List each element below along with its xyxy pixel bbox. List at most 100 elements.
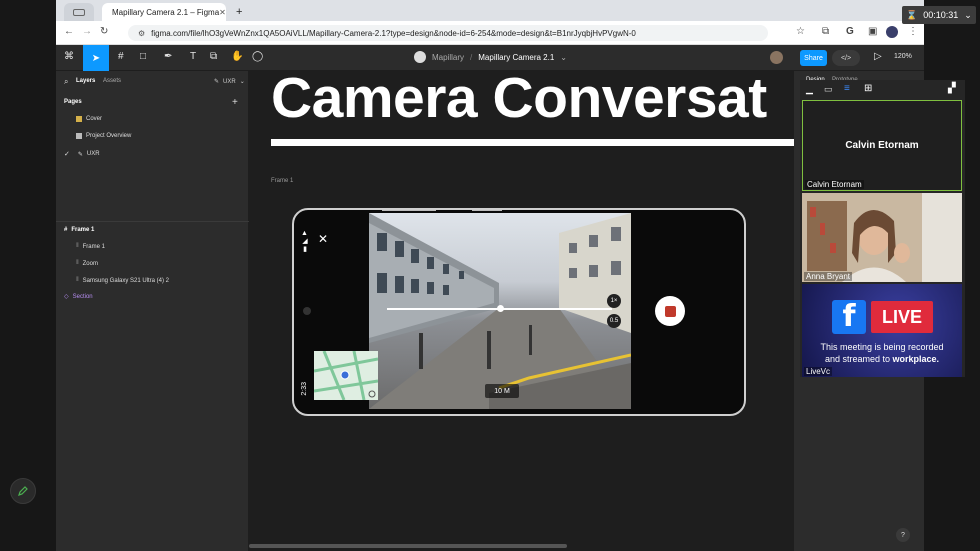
pencil-icon (18, 486, 28, 496)
pen-tool-icon[interactable]: ✒ (164, 51, 172, 62)
back-icon[interactable]: ← (64, 27, 74, 37)
user-avatar[interactable] (770, 51, 783, 64)
front-camera (303, 307, 311, 315)
side-button (472, 210, 502, 211)
participant-center-name: Calvin Etornam (845, 140, 919, 151)
layer-section[interactable]: ◇ Section (64, 293, 93, 301)
layout-stack-icon[interactable]: ≡ (844, 83, 850, 94)
video-call-panel: ▁ ▭ ≡ ⊞ ▞ Calvin Etornam Calvin Etornam … (800, 80, 965, 377)
more-menu-icon[interactable]: ⋮ (908, 27, 918, 37)
search-icon[interactable]: ⌕ (64, 77, 68, 87)
frame-tool-icon[interactable]: # (118, 51, 124, 62)
layer-label: Zoom (82, 260, 98, 267)
page-picker-label: UXR (223, 78, 236, 85)
tab-close-icon[interactable]: ✕ (219, 8, 226, 17)
team-avatar (414, 51, 426, 63)
google-icon[interactable]: G (846, 27, 854, 37)
layer-label: Frame 1 (82, 243, 105, 250)
tab-bar: Mapillary Camera 2.1 – Figma ✕ + (56, 0, 924, 21)
popout-icon[interactable]: ▞ (948, 83, 956, 94)
page-item-uxr[interactable]: ✓ ✎ UXR (64, 150, 100, 158)
add-page-icon[interactable]: + (232, 97, 238, 108)
participant-tile-livevc[interactable]: f LIVE This meeting is being recorded an… (802, 284, 962, 377)
minimize-icon[interactable]: ▁ (806, 84, 813, 95)
autolayout-icon: ⦀ (76, 260, 79, 266)
participant-name: LiveVc (804, 367, 833, 376)
participant-name: Anna Bryant (804, 272, 853, 281)
comment-icon[interactable]: ◯ (252, 51, 263, 62)
zoom-level[interactable]: 120% (894, 53, 912, 60)
horizontal-scrollbar[interactable] (249, 544, 567, 548)
rectangle-tool-icon[interactable]: □ (140, 51, 146, 62)
layer-frame-1-child[interactable]: ⦀ Frame 1 (76, 243, 105, 250)
title-underline (271, 139, 794, 146)
browser-window: Mapillary Camera 2.1 – Figma ✕ + ← → ↻ ⚙… (56, 0, 924, 551)
zoom-1x-button[interactable]: 1× (607, 294, 621, 308)
profile-avatar[interactable] (886, 26, 898, 38)
active-tab[interactable]: Mapillary Camera 2.1 – Figma ✕ (102, 3, 226, 21)
layout-grid-icon[interactable]: ⊞ (864, 83, 872, 94)
participant-tile-anna[interactable]: Anna Bryant (802, 193, 962, 282)
tab-list-icon (73, 8, 85, 16)
page-label: Cover (86, 116, 103, 122)
layer-zoom[interactable]: ⦀ Zoom (76, 260, 98, 267)
section-icon: ◇ (64, 294, 69, 300)
tab-switcher[interactable] (64, 3, 94, 21)
zoom-05-button[interactable]: 0.5 (607, 314, 621, 328)
workplace-logo: workplace. (892, 354, 940, 364)
design-canvas[interactable]: Camera Conversat Frame 1 ▲◢▮ ✕ 1× 0.5 2:… (249, 71, 794, 551)
zoom-slider-thumb[interactable] (497, 305, 504, 312)
tab-assets[interactable]: Assets (103, 78, 121, 84)
layout-single-icon[interactable]: ▭ (824, 84, 833, 95)
share-button[interactable]: Share (800, 50, 827, 66)
frame-icon: # (64, 227, 68, 233)
pen-tool-button[interactable] (10, 478, 36, 504)
tab-layers[interactable]: Layers (76, 78, 95, 84)
participant-video-image (802, 193, 962, 282)
present-play-icon[interactable]: ▷ (874, 51, 882, 62)
recording-notice-line2: and streamed to workplace. (802, 354, 962, 364)
extensions-icon[interactable]: ⧉ (822, 27, 829, 37)
cover-emoji-icon (76, 116, 82, 122)
url-bar: ← → ↻ ⚙ figma.com/file/lhO3gVeWnZnx1QA5O… (56, 21, 924, 45)
layer-label: Section (72, 293, 93, 300)
layer-label: Samsung Galaxy S21 Ultra (4) 2 (82, 277, 170, 284)
hourglass-icon: ⌛ (906, 9, 918, 20)
mini-map[interactable] (314, 351, 378, 400)
sidebar-icon[interactable]: ▣ (868, 27, 877, 37)
recording-time: 2:33 (301, 382, 308, 396)
page-picker[interactable]: ✎ UXR ⌄ (214, 78, 245, 86)
text-tool-icon[interactable]: T (190, 51, 196, 62)
chevron-down-icon[interactable]: ⌄ (560, 53, 567, 62)
team-name[interactable]: Mapillary (432, 53, 464, 62)
record-button[interactable] (655, 296, 685, 326)
stop-icon (664, 305, 676, 317)
help-icon[interactable]: ? (896, 528, 910, 542)
main-menu-icon[interactable]: ⌘ (64, 51, 74, 62)
new-tab-button[interactable]: + (230, 3, 246, 21)
address-field[interactable]: ⚙ figma.com/file/lhO3gVeWnZnx1QA5OAiVLL/… (128, 25, 768, 41)
layer-frame-1[interactable]: # Frame 1 (64, 227, 94, 233)
frame-label: Frame 1 (271, 178, 294, 184)
participant-tile-calvin[interactable]: Calvin Etornam Calvin Etornam (802, 100, 962, 191)
distance-badge: 10 M (485, 384, 519, 398)
page-item-cover[interactable]: Cover (76, 116, 102, 122)
dev-mode-toggle[interactable]: </> (832, 50, 860, 66)
resources-icon[interactable]: ⧉ (210, 51, 217, 62)
close-icon[interactable]: ✕ (318, 232, 328, 246)
layer-samsung[interactable]: ⦀ Samsung Galaxy S21 Ultra (4) 2 (76, 277, 169, 284)
file-name[interactable]: Mapillary Camera 2.1 (478, 53, 554, 62)
map-image (314, 351, 378, 400)
pages-heading: Pages (64, 99, 82, 105)
tab-title: Mapillary Camera 2.1 – Figma (112, 7, 220, 17)
reload-icon[interactable]: ↻ (100, 27, 108, 37)
bookmark-star-icon[interactable]: ☆ (796, 27, 805, 37)
participant-name: Calvin Etornam (805, 180, 864, 189)
page-item-project-overview[interactable]: Project Overview (76, 133, 131, 139)
hand-tool-icon[interactable]: ✋ (231, 51, 243, 62)
notice-text: and streamed to (824, 354, 890, 364)
forward-icon[interactable]: → (82, 27, 92, 37)
move-tool-button[interactable]: ➤ (83, 45, 109, 71)
chevron-down-icon[interactable]: ⌄ (964, 10, 972, 21)
divider (56, 221, 249, 222)
